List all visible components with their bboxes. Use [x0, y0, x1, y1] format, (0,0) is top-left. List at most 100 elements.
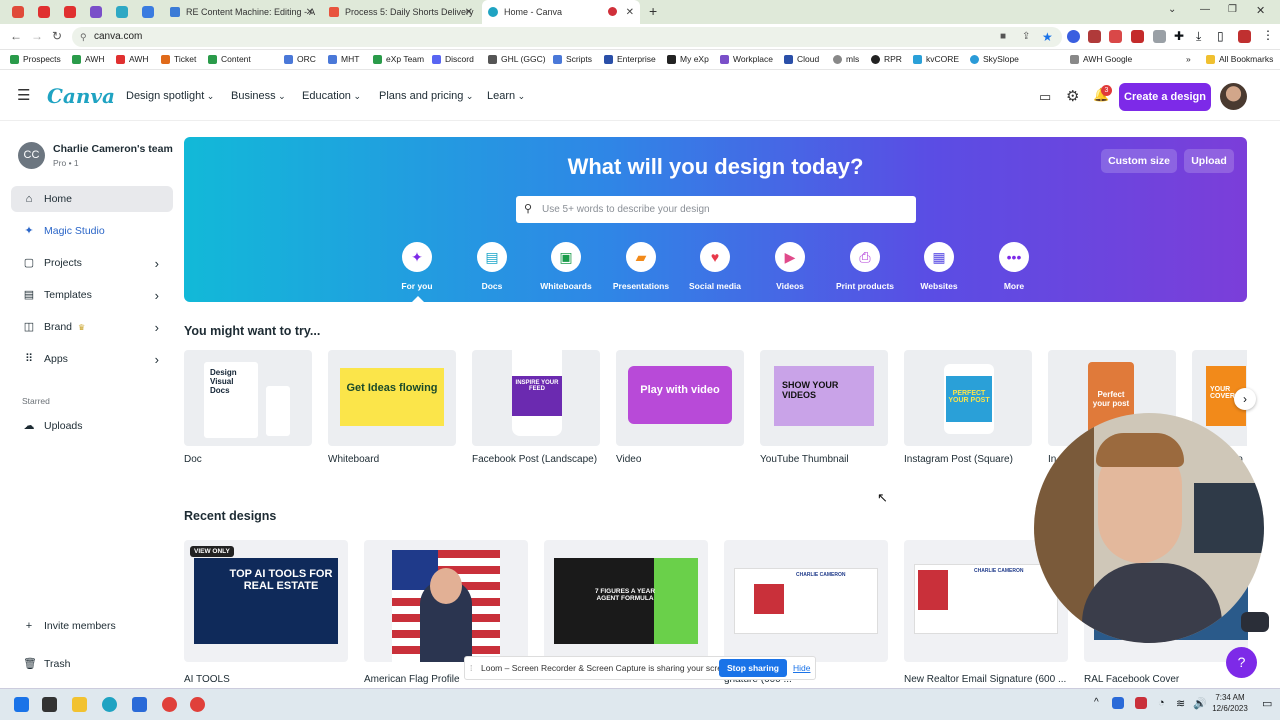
gear-icon[interactable]: ⚙ [1066, 87, 1079, 105]
sidebar-item-projects[interactable]: ▢ Projects › [11, 250, 173, 276]
bookmark-item[interactable]: Enterprise [604, 54, 656, 64]
drag-handle-icon[interactable]: ⁞ [470, 657, 472, 679]
camera-icon[interactable]: ■ [1000, 27, 1006, 47]
bookmark-item[interactable]: AWH [116, 54, 149, 64]
extension-icon[interactable] [1109, 30, 1122, 43]
bookmark-item[interactable]: Content [208, 54, 251, 64]
try-card-whiteboard[interactable]: Get Ideas flowing Whiteboard [328, 350, 456, 465]
volume-icon[interactable]: 🔊 [1193, 697, 1207, 710]
avatar[interactable] [1220, 83, 1247, 110]
tab-process-5[interactable]: Process 5: Daily Shorts Delivery ✕ [323, 0, 479, 24]
team-avatar[interactable]: CC [18, 142, 45, 169]
bookmark-item[interactable]: Ticket [161, 54, 196, 64]
bookmark-item[interactable]: Discord [432, 54, 474, 64]
custom-size-button[interactable]: Custom size [1101, 149, 1177, 173]
forward-icon[interactable]: → [31, 29, 43, 43]
chevron-up-icon[interactable]: ^ [1094, 697, 1099, 708]
nav-design-spotlight[interactable]: Design spotlight [126, 90, 214, 102]
hide-button[interactable]: Hide [793, 657, 810, 679]
try-card-youtube-thumbnail[interactable]: SHOW YOUR VIDEOS YouTube Thumbnail [760, 350, 888, 465]
team-name[interactable]: Charlie Cameron's team [53, 143, 173, 155]
create-design-button[interactable]: Create a design [1119, 83, 1211, 111]
site-info-icon[interactable]: ⚲ [80, 27, 87, 47]
upload-button[interactable]: Upload [1184, 149, 1234, 173]
extension-icon[interactable] [1067, 30, 1080, 43]
close-icon[interactable]: ✕ [465, 7, 473, 18]
nav-learn[interactable]: Learn [487, 90, 525, 102]
bookmark-item[interactable]: eXp Team [373, 54, 424, 64]
task-view-icon[interactable] [42, 697, 57, 712]
category-websites[interactable]: ▦ Websites [904, 242, 974, 291]
recent-card-lion-league[interactable]: 7 FIGURES A YEAR AGENT FORMULA [544, 540, 708, 674]
tab-re-content[interactable]: RE Content Machine: Editing - A ✕ [164, 0, 320, 24]
nav-education[interactable]: Education [302, 90, 361, 102]
carousel-next-button[interactable]: › [1234, 388, 1256, 410]
bookmark-item[interactable]: RPR [871, 54, 902, 64]
try-card-facebook-post[interactable]: INSPIRE YOUR FEED Facebook Post (Landsca… [472, 350, 600, 465]
category-for-you[interactable]: ✦ For you [382, 242, 452, 291]
webcam-overlay[interactable] [1034, 413, 1264, 643]
sidebar-item-trash[interactable]: 🗑 Trash [11, 651, 173, 677]
extension-icon[interactable] [1153, 30, 1166, 43]
bookmark-item[interactable]: ORC [284, 54, 316, 64]
desktop-icon[interactable]: ▭ [1039, 89, 1051, 105]
mail-icon[interactable] [132, 697, 147, 712]
menu-dots-icon[interactable]: ⋮ [1262, 28, 1274, 42]
sidepanel-icon[interactable]: ▯ [1217, 29, 1224, 43]
taskbar-time[interactable]: 7:34 AM [1206, 693, 1254, 702]
edge-icon[interactable] [102, 697, 117, 712]
help-button[interactable]: ? [1226, 647, 1257, 678]
sidebar-item-home[interactable]: ⌂ Home [11, 186, 173, 212]
category-more[interactable]: ••• More [979, 242, 1049, 291]
bookmark-item[interactable]: AWH Google [1070, 54, 1132, 64]
bookmark-item[interactable]: MHT [328, 54, 359, 64]
profile-extension-icon[interactable] [1238, 30, 1251, 43]
try-card-video[interactable]: Play with video Video [616, 350, 744, 465]
sidebar-item-brand[interactable]: ◫ Brand ♛ › [11, 314, 173, 340]
bookmark-item[interactable]: AWH [72, 54, 105, 64]
bookmark-item[interactable]: Scripts [553, 54, 592, 64]
taskbar-date[interactable]: 12/6/2023 [1206, 704, 1254, 713]
bookmark-item[interactable]: Cloud [784, 54, 819, 64]
new-tab-icon[interactable]: + [649, 3, 657, 19]
chevron-down-icon[interactable]: ⌄ [1168, 4, 1176, 15]
chevron-right-icon[interactable]: » [1186, 54, 1191, 64]
loom-control[interactable] [1241, 612, 1269, 632]
chevron-right-icon[interactable]: › [155, 320, 159, 335]
download-icon[interactable]: ⤓ [1196, 29, 1201, 44]
wifi-icon[interactable]: ≋ [1176, 697, 1185, 710]
chrome-icon[interactable] [162, 697, 177, 712]
stop-sharing-button[interactable]: Stop sharing [719, 659, 787, 677]
pinned-tab-icon[interactable] [90, 6, 102, 18]
tray-icon[interactable] [1112, 697, 1124, 709]
hamburger-menu-icon[interactable]: ☰ [17, 86, 30, 104]
chrome-icon[interactable] [190, 697, 205, 712]
sidebar-item-apps[interactable]: ⠿ Apps › [11, 346, 173, 372]
sidebar-item-uploads[interactable]: ☁ Uploads [11, 413, 173, 439]
category-social-media[interactable]: ♥ Social media [680, 242, 750, 291]
extension-icon[interactable] [1088, 30, 1101, 43]
nav-plans-pricing[interactable]: Plans and pricing [379, 90, 473, 102]
bookmark-item[interactable]: Workplace [720, 54, 773, 64]
share-icon[interactable]: ⇪ [1022, 27, 1030, 47]
bookmark-item[interactable]: Prospects [10, 54, 61, 64]
pinned-tab-icon[interactable] [12, 6, 24, 18]
recent-card-ai-tools[interactable]: TOP AI TOOLS FOR REAL ESTATE VIEW ONLY A… [184, 540, 348, 685]
notification-center-icon[interactable]: ▭ [1262, 697, 1272, 710]
youtube-icon[interactable] [38, 6, 50, 18]
back-icon[interactable]: ← [10, 29, 22, 43]
tray-icon[interactable] [1135, 697, 1147, 709]
category-videos[interactable]: ▶ Videos [755, 242, 825, 291]
bookmark-item[interactable]: GHL (GGC) [488, 54, 546, 64]
close-icon[interactable]: ✕ [626, 7, 634, 18]
youtube-icon[interactable] [64, 6, 76, 18]
bookmark-star-icon[interactable]: ★ [1042, 27, 1053, 47]
canva-logo[interactable]: Canva [47, 84, 115, 108]
chevron-right-icon[interactable]: › [155, 256, 159, 271]
restore-icon[interactable]: ❐ [1228, 4, 1237, 15]
url-input[interactable]: ⚲ canva.com ■ ⇪ ★ [72, 27, 1062, 47]
category-print-products[interactable]: ⎙ Print products [830, 242, 900, 291]
bookmark-item[interactable]: SkySlope [970, 54, 1019, 64]
bookmark-item[interactable]: mls [833, 54, 859, 64]
extension-icon[interactable] [1131, 30, 1144, 43]
